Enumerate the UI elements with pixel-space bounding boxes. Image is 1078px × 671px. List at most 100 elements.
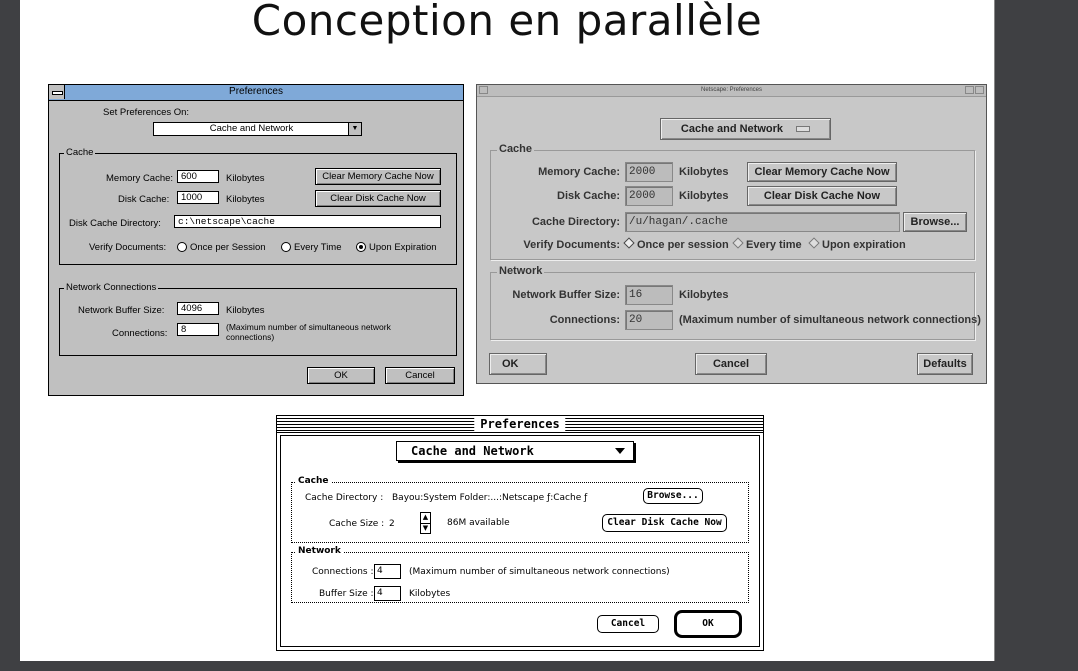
category-value: Cache and Network bbox=[680, 123, 784, 135]
cache-directory-path: Bayou:System Folder:...:Netscape ƒ:Cache… bbox=[392, 493, 588, 503]
browse-button[interactable]: Browse... bbox=[643, 488, 703, 504]
memory-cache-label: Memory Cache: bbox=[538, 166, 620, 178]
verify-option-every[interactable]: Every Time bbox=[281, 242, 342, 253]
cache-directory-input[interactable]: /u/hagan/.cache bbox=[625, 212, 900, 232]
category-select-value: Cache and Network bbox=[209, 123, 294, 134]
connections-label: Connections: bbox=[549, 314, 620, 326]
verify-option-expiration[interactable]: Upon expiration bbox=[808, 237, 906, 251]
buffer-size-input[interactable]: 4 bbox=[374, 586, 401, 601]
category-value: Cache and Network bbox=[411, 444, 534, 458]
windows-title-bar: Preferences bbox=[49, 85, 463, 101]
memory-cache-label: Memory Cache: bbox=[106, 173, 174, 184]
mac-dialog-title: Preferences bbox=[474, 416, 566, 432]
category-popup[interactable]: Cache and Network bbox=[396, 441, 634, 461]
disk-cache-directory-label: Disk Cache Directory: bbox=[69, 218, 161, 229]
memory-unit-label: Kilobytes bbox=[226, 173, 265, 184]
option-menu-icon bbox=[796, 126, 811, 133]
category-select[interactable]: Cache and Network ▼ bbox=[153, 122, 362, 136]
motif-title-bar: Netscape: Preferences bbox=[477, 85, 986, 97]
cache-size-stepper[interactable]: ▲ ▼ bbox=[420, 512, 431, 534]
buffer-size-label: Buffer Size : bbox=[319, 589, 374, 599]
network-buffer-label: Network Buffer Size: bbox=[512, 289, 620, 301]
verify-documents-label: Verify Documents: bbox=[89, 242, 167, 253]
windows-dialog-title: Preferences bbox=[229, 86, 283, 97]
disk-cache-label: Disk Cache: bbox=[557, 190, 620, 202]
category-option-menu[interactable]: Cache and Network bbox=[660, 118, 831, 140]
available-space-text: 86M available bbox=[447, 518, 510, 528]
verify-documents-label: Verify Documents: bbox=[523, 239, 620, 251]
slide: Conception en parallèle Preferences Set … bbox=[20, 0, 995, 661]
ok-button[interactable]: OK bbox=[489, 353, 547, 375]
memory-cache-input[interactable]: 2000 bbox=[625, 162, 673, 182]
radio-icon bbox=[808, 237, 820, 249]
buffer-unit-label: Kilobytes bbox=[409, 589, 451, 599]
network-group-label: Network Connections bbox=[64, 282, 159, 293]
cancel-button[interactable]: Cancel bbox=[597, 615, 659, 633]
clear-memory-cache-button[interactable]: Clear Memory Cache Now bbox=[315, 168, 441, 185]
windows-preferences-dialog: Preferences Set Preferences On: Cache an… bbox=[48, 84, 464, 396]
motif-preferences-dialog: Netscape: Preferences Cache and Network … bbox=[476, 84, 987, 384]
minimize-icon[interactable] bbox=[965, 86, 974, 94]
ok-button[interactable]: OK bbox=[674, 610, 742, 638]
cancel-button[interactable]: Cancel bbox=[385, 367, 455, 384]
verify-option-expiration[interactable]: Upon Expiration bbox=[356, 242, 437, 253]
network-group: Network bbox=[490, 265, 975, 340]
cache-size-value: 2 bbox=[389, 519, 395, 529]
network-group-label: Network bbox=[296, 546, 343, 556]
clear-disk-cache-button[interactable]: Clear Disk Cache Now bbox=[602, 514, 727, 532]
disk-cache-input[interactable]: 2000 bbox=[625, 186, 673, 206]
connections-input[interactable]: 4 bbox=[374, 564, 401, 579]
cache-directory-label: Cache Directory : bbox=[305, 493, 384, 503]
browse-button[interactable]: Browse... bbox=[903, 212, 967, 232]
network-buffer-label: Network Buffer Size: bbox=[78, 305, 165, 316]
radio-selected-icon bbox=[356, 242, 366, 253]
disk-cache-input[interactable]: 1000 bbox=[177, 191, 219, 204]
cache-size-label: Cache Size : bbox=[329, 519, 385, 529]
cancel-button[interactable]: Cancel bbox=[695, 353, 767, 375]
ok-button[interactable]: OK bbox=[307, 367, 375, 384]
defaults-button[interactable]: Defaults bbox=[917, 353, 973, 375]
memory-cache-input[interactable]: 600 bbox=[177, 170, 219, 183]
cache-group-label: Cache bbox=[497, 143, 535, 155]
maximize-icon[interactable] bbox=[975, 86, 984, 94]
motif-dialog-title: Netscape: Preferences bbox=[700, 87, 763, 93]
connections-note: (Maximum number of simultaneous network … bbox=[226, 322, 391, 342]
network-buffer-input[interactable]: 4096 bbox=[177, 302, 219, 315]
arrow-down-icon[interactable]: ▼ bbox=[422, 524, 429, 533]
verify-option-once[interactable]: Once per session bbox=[623, 237, 729, 251]
verify-option-once[interactable]: Once per Session bbox=[177, 242, 266, 253]
radio-icon bbox=[177, 242, 187, 253]
cache-group-label: Cache bbox=[64, 147, 96, 158]
disk-unit-label: Kilobytes bbox=[679, 190, 729, 202]
radio-icon bbox=[732, 237, 744, 249]
popup-arrow-icon bbox=[615, 448, 625, 454]
disk-cache-label: Disk Cache: bbox=[118, 194, 170, 205]
mac-title-bar: Preferences bbox=[277, 416, 763, 433]
set-prefs-label: Set Preferences On: bbox=[103, 107, 190, 118]
clear-disk-cache-button[interactable]: Clear Disk Cache Now bbox=[315, 190, 441, 207]
verify-option-every[interactable]: Every time bbox=[732, 237, 802, 251]
radio-selected-icon bbox=[623, 237, 635, 249]
buffer-unit-label: Kilobytes bbox=[226, 305, 265, 316]
buffer-unit-label: Kilobytes bbox=[679, 289, 729, 301]
cache-group-label: Cache bbox=[296, 476, 331, 486]
arrow-up-icon[interactable]: ▲ bbox=[422, 513, 429, 522]
connections-input[interactable]: 20 bbox=[625, 310, 673, 330]
memory-unit-label: Kilobytes bbox=[679, 166, 729, 178]
connections-note: (Maximum number of simultaneous network … bbox=[679, 314, 981, 326]
disk-cache-directory-input[interactable]: c:\netscape\cache bbox=[174, 215, 441, 228]
ok-button-label: OK bbox=[702, 618, 714, 629]
dropdown-arrow-icon[interactable]: ▼ bbox=[348, 123, 361, 135]
connections-note: (Maximum number of simultaneous network … bbox=[409, 567, 670, 577]
clear-disk-cache-button[interactable]: Clear Disk Cache Now bbox=[747, 186, 897, 206]
network-group-label: Network bbox=[497, 265, 545, 277]
radio-icon bbox=[281, 242, 291, 253]
disk-unit-label: Kilobytes bbox=[226, 194, 265, 205]
clear-memory-cache-button[interactable]: Clear Memory Cache Now bbox=[747, 162, 897, 182]
slide-title: Conception en parallèle bbox=[251, 0, 763, 45]
connections-input[interactable]: 8 bbox=[177, 323, 219, 336]
connections-label: Connections : bbox=[312, 567, 374, 577]
cache-directory-label: Cache Directory: bbox=[531, 216, 620, 228]
network-buffer-input[interactable]: 16 bbox=[625, 285, 673, 305]
mac-preferences-dialog: Preferences Cache and Network Cache Cach… bbox=[276, 415, 764, 651]
